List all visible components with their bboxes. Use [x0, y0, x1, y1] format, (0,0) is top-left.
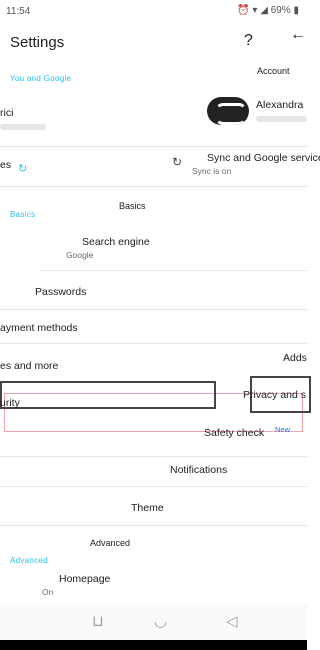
- search-engine-title[interactable]: Search engine: [82, 236, 150, 248]
- section-header-advanced-left: Advanced: [10, 556, 48, 565]
- wifi-icon: ▾: [252, 5, 258, 16]
- alarm-icon: ⏰: [237, 5, 250, 16]
- payment-methods-item[interactable]: ayment methods: [0, 322, 78, 334]
- battery-percent: 69%: [270, 5, 291, 16]
- blurred-email: [0, 124, 46, 130]
- safety-check-item[interactable]: Safety check: [204, 427, 264, 439]
- homepage-item[interactable]: Homepage: [59, 573, 110, 585]
- divider: [0, 525, 307, 526]
- outline-box-left: [0, 381, 216, 409]
- bottom-edge: [0, 640, 307, 650]
- sync-subtitle: Sync is on: [192, 166, 232, 176]
- system-nav-bar: ⊔ ◡ ◁: [0, 604, 307, 640]
- new-badge: New: [275, 425, 291, 434]
- help-icon[interactable]: ?: [244, 32, 253, 50]
- sync-icon-right: ↻: [172, 155, 183, 169]
- page-title: Settings: [10, 34, 65, 51]
- status-time: 11:54: [6, 6, 31, 17]
- ghost-row-left: rici: [0, 107, 14, 119]
- signal-icon: ◢: [260, 5, 268, 16]
- privacy-item[interactable]: Privacy and s: [243, 389, 306, 401]
- blurred-account-email: [256, 116, 307, 122]
- avatar[interactable]: [207, 97, 249, 125]
- divider: [0, 456, 307, 457]
- divider: [0, 343, 307, 344]
- divider: [0, 186, 307, 187]
- account-name[interactable]: Alexandra: [256, 99, 303, 111]
- battery-icon: ▮: [293, 5, 299, 16]
- section-header-account: You and Google: [10, 74, 72, 83]
- status-icons: ⏰ ▾ ◢ 69% ▮: [237, 5, 299, 16]
- passwords-item[interactable]: Passwords: [35, 286, 86, 298]
- privacy-item-left[interactable]: urity: [0, 397, 20, 409]
- home-icon[interactable]: ◡: [154, 612, 167, 630]
- search-engine-subtitle: Google: [66, 250, 94, 260]
- theme-item[interactable]: Theme: [131, 502, 164, 514]
- section-header-advanced: Advanced: [90, 538, 131, 548]
- notifications-item[interactable]: Notifications: [170, 464, 227, 476]
- sync-title[interactable]: Sync and Google services: [207, 152, 320, 164]
- divider: [0, 309, 307, 310]
- section-header-basics-left: Basics: [10, 210, 36, 219]
- recents-icon[interactable]: ⊔: [92, 612, 104, 630]
- section-header-basics: Basics: [119, 201, 146, 211]
- status-bar: 11:54 ⏰ ▾ ◢ 69% ▮: [0, 0, 307, 24]
- addresses-item[interactable]: es and more: [0, 360, 58, 372]
- back-arrow-icon[interactable]: ←: [290, 26, 306, 44]
- homepage-subtitle: On: [42, 587, 54, 597]
- addresses-item-right[interactable]: Adds: [283, 352, 307, 364]
- divider: [0, 146, 307, 147]
- divider: [40, 270, 307, 271]
- sync-icon: ↻: [18, 163, 28, 175]
- ghost-sync-left: es: [0, 159, 12, 171]
- back-nav-icon[interactable]: ◁: [226, 612, 238, 630]
- divider: [0, 486, 307, 487]
- section-header-account-right: Account: [257, 66, 290, 76]
